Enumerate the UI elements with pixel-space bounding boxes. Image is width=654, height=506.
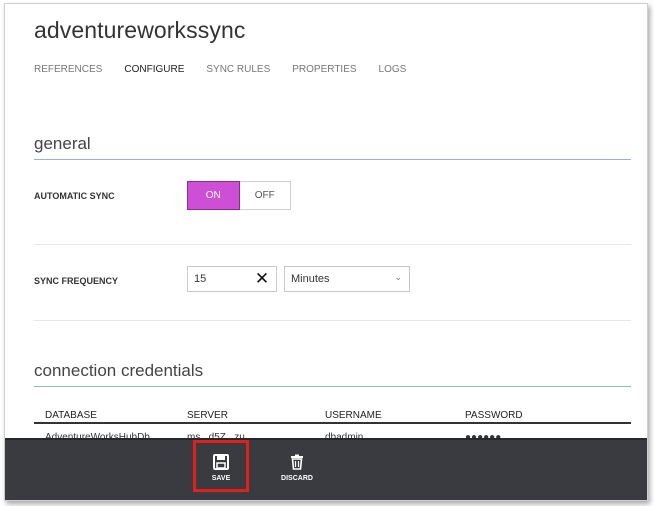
column-header-username: USERNAME xyxy=(325,410,382,421)
save-label: SAVE xyxy=(211,475,231,482)
close-icon[interactable]: ✕ xyxy=(252,268,272,290)
trash-icon xyxy=(291,454,303,470)
tab-logs[interactable]: LOGS xyxy=(379,64,407,75)
tab-configure[interactable]: CONFIGURE xyxy=(124,64,184,75)
toggle-off-option[interactable]: OFF xyxy=(240,182,291,209)
frequency-unit-select[interactable]: Minutes ⌄ xyxy=(284,266,410,292)
command-bar: SAVE DISCARD xyxy=(5,438,647,500)
row-divider xyxy=(34,320,631,321)
app-window: adventureworkssync REFERENCES CONFIGURE … xyxy=(4,3,648,501)
automatic-sync-toggle: ON OFF xyxy=(187,181,291,210)
column-header-database: DATABASE xyxy=(45,410,97,421)
section-heading-general: general xyxy=(34,134,91,153)
section-divider xyxy=(34,386,631,387)
save-button[interactable]: SAVE xyxy=(193,440,249,492)
table-header-divider xyxy=(34,422,631,424)
discard-button[interactable]: DISCARD xyxy=(271,442,323,490)
section-heading-credentials: connection credentials xyxy=(34,361,204,380)
tab-bar: REFERENCES CONFIGURE SYNC RULES PROPERTI… xyxy=(34,64,428,75)
sync-frequency-label: SYNC FREQUENCY xyxy=(34,276,119,286)
tab-references[interactable]: REFERENCES xyxy=(34,64,102,75)
tab-properties[interactable]: PROPERTIES xyxy=(292,64,356,75)
tab-sync-rules[interactable]: SYNC RULES xyxy=(206,64,270,75)
toggle-on-option[interactable]: ON xyxy=(187,181,240,210)
section-divider xyxy=(34,159,631,160)
column-header-password: PASSWORD xyxy=(465,410,523,421)
column-header-server: SERVER xyxy=(187,410,228,421)
chevron-down-icon: ⌄ xyxy=(394,272,402,282)
automatic-sync-label: AUTOMATIC SYNC xyxy=(34,191,115,201)
row-divider xyxy=(34,244,631,245)
discard-label: DISCARD xyxy=(281,475,313,482)
save-icon xyxy=(213,454,229,470)
page-title: adventureworkssync xyxy=(34,17,246,43)
frequency-unit-value: Minutes xyxy=(291,273,330,285)
